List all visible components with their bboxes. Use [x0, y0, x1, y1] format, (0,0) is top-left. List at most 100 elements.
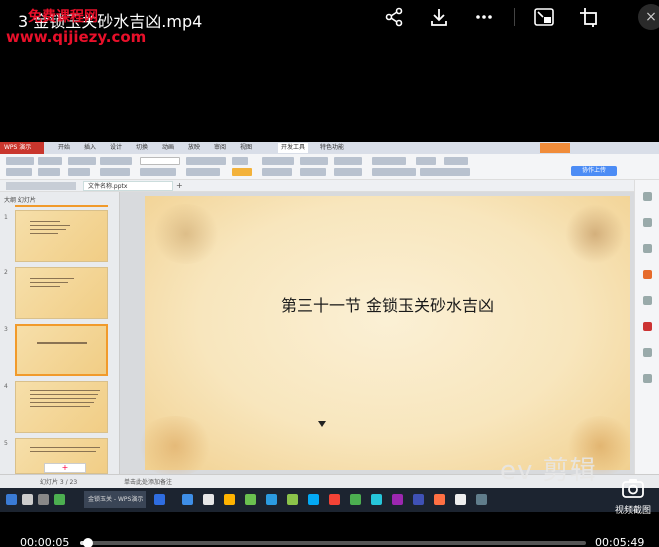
wps-tab-3[interactable]: 设计 — [110, 143, 122, 153]
ribbon-item[interactable] — [186, 157, 226, 165]
ribbon-item[interactable] — [100, 157, 132, 165]
ribbon-item[interactable] — [420, 168, 470, 176]
wps-tab-10[interactable]: 特色功能 — [320, 143, 344, 153]
app-icon[interactable] — [203, 494, 214, 505]
wps-tab-7[interactable]: 审阅 — [214, 143, 226, 153]
app-icon[interactable] — [245, 494, 256, 505]
title-bar: 3 金锁玉关砂水吉凶.mp4 免费课程网 www.qijiezy.com × — [0, 0, 659, 46]
app-icon[interactable] — [154, 494, 165, 505]
recorded-screen: WPS 演示 开始 插入 设计 切换 动画 放映 审阅 视图 开发工具 特色功能 — [0, 142, 659, 512]
app-icon[interactable] — [308, 494, 319, 505]
app-icon[interactable] — [224, 494, 235, 505]
app-icon[interactable] — [455, 494, 466, 505]
ribbon-item[interactable] — [334, 168, 362, 176]
app-icon[interactable] — [371, 494, 382, 505]
ribbon-item[interactable] — [372, 168, 416, 176]
ev-watermark-logo: ev 剪辑 — [500, 456, 597, 486]
slide-number: 3 — [4, 326, 8, 333]
app-icon[interactable] — [413, 494, 424, 505]
wps-tab-0[interactable]: WPS 演示 — [4, 143, 31, 153]
current-slide[interactable]: 第三十一节 金锁玉关砂水吉凶 — [135, 196, 635, 476]
ribbon-item[interactable] — [300, 157, 328, 165]
slide-number: 1 — [4, 214, 8, 221]
ribbon-item[interactable] — [186, 168, 220, 176]
ribbon-item[interactable] — [372, 157, 406, 165]
wps-tab-4[interactable]: 切换 — [136, 143, 148, 153]
slide-thumbnail-2[interactable] — [15, 267, 108, 319]
ribbon-item[interactable] — [334, 157, 362, 165]
slide-thumbnail-1[interactable] — [15, 210, 108, 262]
ribbon-item[interactable] — [232, 157, 248, 165]
slide-title: 第三十一节 金锁玉关砂水吉凶 — [280, 296, 495, 315]
start-icon[interactable] — [6, 494, 17, 505]
document-tab-row: 文件名称.pptx + — [0, 180, 659, 192]
screenshot-button[interactable]: 视频截图 — [610, 473, 656, 519]
close-button[interactable]: × — [638, 4, 659, 30]
wps-ribbon: 协作上传 — [0, 154, 659, 180]
progress-thumb[interactable] — [83, 538, 94, 547]
app-icon[interactable] — [350, 494, 361, 505]
progress-bar[interactable] — [80, 538, 586, 547]
ribbon-item[interactable] — [262, 157, 294, 165]
more-icon[interactable] — [471, 5, 497, 29]
wps-tab-6[interactable]: 放映 — [188, 143, 200, 153]
ribbon-item[interactable] — [68, 168, 90, 176]
app-icon[interactable] — [434, 494, 445, 505]
ribbon-item[interactable] — [6, 157, 34, 165]
wps-tab-2[interactable]: 插入 — [84, 143, 96, 153]
windows-taskbar: 金锁玉关 - WPS演示 — [0, 488, 659, 512]
toolbar-divider — [514, 8, 515, 26]
download-icon[interactable] — [426, 5, 452, 29]
slide-thumbnail-3-selected[interactable] — [15, 324, 108, 376]
wps-tab-5[interactable]: 动画 — [162, 143, 174, 153]
wps-orange-badge — [540, 143, 570, 153]
ribbon-item[interactable] — [444, 157, 468, 165]
wps-tab-8[interactable]: 视图 — [240, 143, 252, 153]
upload-button[interactable]: 协作上传 — [571, 166, 617, 176]
new-tab-icon[interactable]: + — [176, 181, 183, 190]
app-icon[interactable] — [266, 494, 277, 505]
slide-thumbnail-4[interactable] — [15, 381, 108, 433]
add-slide-button[interactable]: + — [44, 463, 86, 473]
share-icon[interactable] — [381, 5, 407, 29]
quick-access-toolbar[interactable] — [6, 182, 76, 190]
app-icon[interactable] — [287, 494, 298, 505]
notes-placeholder[interactable]: 单击此处添加备注 — [124, 477, 172, 486]
ribbon-item[interactable] — [232, 168, 252, 176]
sidebar-header: 大纲 幻灯片 — [4, 197, 36, 204]
taskbar-wps-item[interactable]: 金锁玉关 - WPS演示 — [84, 491, 146, 508]
ribbon-item[interactable] — [38, 168, 60, 176]
ribbon-item[interactable] — [416, 157, 436, 165]
app-icon[interactable] — [22, 494, 33, 505]
mouse-cursor-icon — [318, 421, 326, 427]
pip-icon[interactable] — [531, 5, 557, 29]
slide-number: 4 — [4, 383, 8, 390]
app-icon[interactable] — [476, 494, 487, 505]
yin-yang-icon — [565, 204, 625, 264]
screenshot-label: 视频截图 — [614, 506, 651, 516]
document-tab[interactable]: 文件名称.pptx — [83, 181, 173, 191]
app-icon[interactable] — [182, 494, 193, 505]
app-icon[interactable] — [54, 494, 65, 505]
wps-tab-9[interactable]: 开发工具 — [278, 143, 309, 153]
wps-menu-bar: WPS 演示 开始 插入 设计 切换 动画 放映 审阅 视图 开发工具 特色功能 — [0, 142, 659, 154]
ribbon-field[interactable] — [140, 157, 180, 165]
current-time: 00:00:05 — [20, 536, 70, 547]
ribbon-item[interactable] — [262, 168, 292, 176]
ribbon-item[interactable] — [140, 168, 176, 176]
app-icon[interactable] — [329, 494, 340, 505]
ribbon-item[interactable] — [300, 168, 326, 176]
watermark-text: 免费课程网 — [28, 9, 98, 25]
fullscreen-icon[interactable] — [576, 5, 602, 29]
watermark-url: www.qijiezy.com — [6, 28, 147, 46]
slide-counter: 幻灯片 3 / 23 — [40, 479, 78, 486]
ribbon-item[interactable] — [6, 168, 32, 176]
wps-tab-1[interactable]: 开始 — [58, 143, 70, 153]
ribbon-item[interactable] — [38, 157, 62, 165]
slide-number: 5 — [4, 440, 8, 447]
ribbon-item[interactable] — [100, 168, 130, 176]
app-icon[interactable] — [38, 494, 49, 505]
app-icon[interactable] — [392, 494, 403, 505]
slide-sidebar: 大纲 幻灯片 1 2 3 4 5 — [0, 192, 120, 474]
ribbon-item[interactable] — [68, 157, 96, 165]
